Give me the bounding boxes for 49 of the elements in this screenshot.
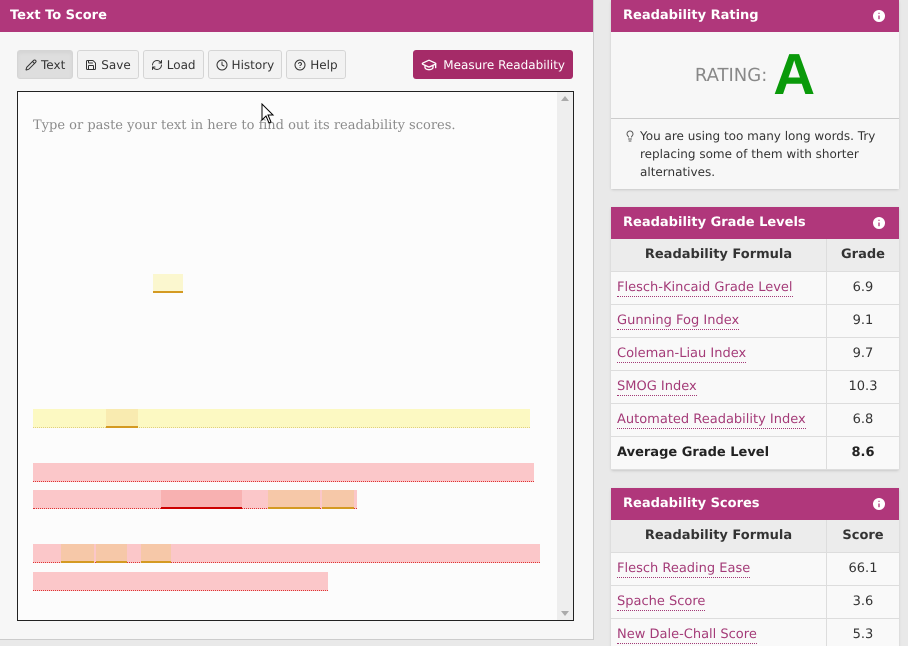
table-cell-text: 3.6	[852, 593, 874, 612]
rating-grade: A	[773, 46, 816, 104]
table-cell-text: 6.9	[852, 279, 874, 298]
rating-label: RATING:	[694, 64, 768, 88]
table-cell-text: 5.3	[852, 626, 874, 644]
graduation-cap-icon	[421, 56, 438, 72]
help-icon	[294, 58, 306, 70]
formula-link[interactable]: Gunning Fog Index	[617, 312, 740, 330]
refresh-icon	[150, 58, 163, 70]
card-title: Readability Rating	[623, 7, 759, 26]
highlight-bar	[322, 490, 354, 509]
toolbar-button[interactable]: Text	[17, 50, 74, 79]
formula-link[interactable]: SMOG Index	[617, 378, 697, 396]
column-header: Readability Formula	[611, 239, 827, 271]
formula-link[interactable]: Coleman-Liau Index	[617, 346, 746, 362]
measure-button[interactable]: Measure Readability	[413, 50, 573, 79]
table-cell-text: Average Grade Level	[617, 444, 770, 462]
panel-title: Text To Score	[10, 7, 107, 26]
table-cell-text: 10.3	[848, 378, 878, 396]
formula-link[interactable]: Flesch-Kincaid Grade Level	[617, 280, 793, 296]
pencil-icon	[25, 58, 37, 70]
table-cell-text: 6.8	[852, 411, 874, 430]
table-cell-text: 9.7	[852, 345, 874, 364]
info-icon[interactable]	[871, 215, 887, 231]
tip-text: You are using too many long words. Try replacing some of them with shorter alternatives.	[640, 128, 876, 181]
clock-icon	[216, 58, 228, 70]
card-title: Readability Grade Levels	[623, 214, 806, 232]
toolbar-button[interactable]: Help	[286, 50, 346, 79]
formula-link[interactable]: Flesch Reading Ease	[617, 560, 750, 578]
formula-link[interactable]: New Dale-Chall Score	[617, 626, 757, 644]
card-title: Readability Scores	[623, 495, 760, 514]
toolbar-button[interactable]: History	[208, 50, 282, 79]
column-header: Grade	[840, 246, 886, 264]
info-icon[interactable]	[871, 496, 887, 512]
highlight-bar	[153, 274, 183, 293]
info-icon[interactable]	[871, 8, 887, 24]
toolbar-button[interactable]: Load	[142, 50, 204, 79]
save-icon	[85, 58, 98, 70]
table-cell-text: 9.1	[852, 312, 874, 330]
column-header: Readability Formula	[611, 520, 827, 552]
placeholder-text: Type or paste your text in here to find out its readability scores.	[33, 118, 456, 133]
lightbulb-icon	[624, 130, 636, 142]
column-header: Score	[841, 527, 885, 546]
formula-link[interactable]: Spache Score	[617, 594, 706, 610]
formula-link[interactable]: Automated Readability Index	[617, 412, 806, 428]
toolbar-button[interactable]: Save	[77, 50, 139, 79]
table-cell-text: 8.6	[851, 444, 875, 462]
highlight-bar	[268, 490, 320, 509]
table-cell-text: 66.1	[848, 560, 878, 578]
